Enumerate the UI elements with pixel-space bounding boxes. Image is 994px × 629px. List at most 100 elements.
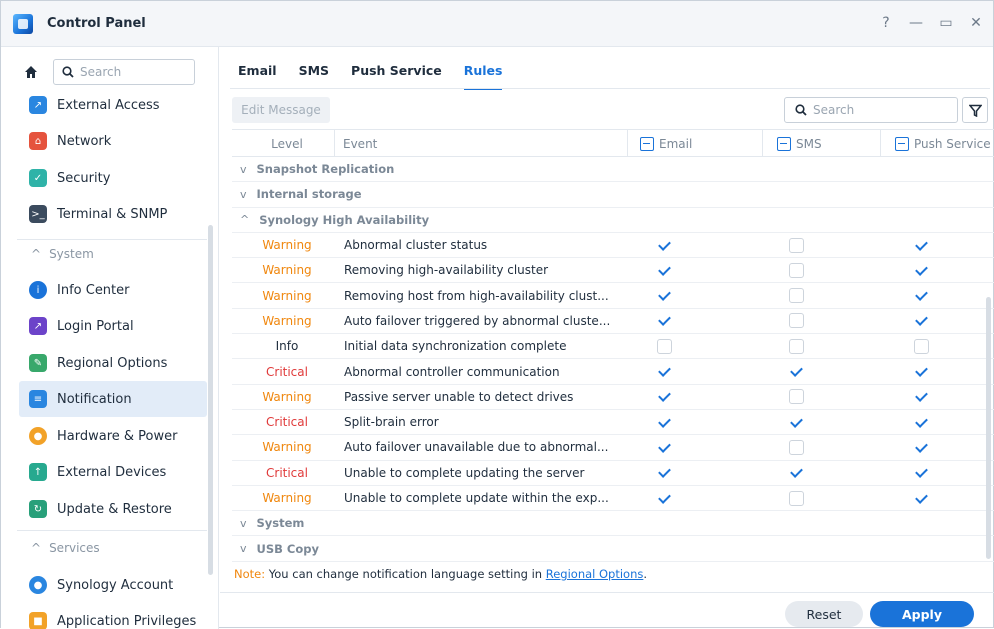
push-checkbox[interactable] — [914, 364, 929, 380]
push-checkbox[interactable] — [914, 338, 929, 354]
email-checkbox[interactable] — [657, 465, 672, 481]
select-all-push-checkbox[interactable] — [895, 136, 909, 151]
push-checkbox[interactable] — [914, 262, 929, 278]
email-checkbox[interactable] — [657, 439, 672, 455]
group-row[interactable]: v Snapshot Replication — [232, 157, 994, 183]
sidebar-item-label: Synology Account — [57, 577, 174, 593]
table-row[interactable]: Warning Passive server unable to detect d… — [232, 385, 994, 410]
home-button[interactable] — [17, 59, 45, 85]
email-checkbox[interactable] — [657, 414, 672, 430]
sidebar-item-terminal-snmp[interactable]: >_ Terminal & SNMP — [19, 196, 207, 232]
email-checkbox[interactable] — [657, 490, 672, 506]
header-event[interactable]: Event — [334, 130, 624, 157]
email-checkbox[interactable] — [657, 237, 672, 253]
header-level[interactable]: Level — [232, 130, 342, 157]
table-row[interactable]: Warning Removing high-availability cluste… — [232, 258, 994, 284]
email-checkbox[interactable] — [657, 262, 672, 278]
group-row[interactable]: v USB Copy — [232, 536, 994, 562]
header-push-service[interactable]: Push Service — [880, 130, 994, 157]
table-row[interactable]: Warning Auto failover unavailable due to … — [232, 435, 994, 461]
table-row[interactable]: Warning Removing host from high-availabil… — [232, 283, 994, 309]
chevron-down-icon: v — [240, 162, 247, 176]
tab-push-service[interactable]: Push Service — [351, 63, 442, 90]
sidebar-item-label: Login Portal — [57, 318, 134, 334]
header-email[interactable]: Email — [627, 130, 759, 157]
push-checkbox[interactable] — [914, 439, 929, 455]
sms-checkbox[interactable] — [789, 364, 804, 380]
sidebar-scrollbar[interactable] — [208, 225, 213, 575]
sidebar-item-regional-options[interactable]: ✎ Regional Options — [19, 345, 207, 381]
table-row[interactable]: Critical Unable to complete updating the … — [232, 461, 994, 486]
sidebar-item-security[interactable]: ✓ Security — [19, 160, 207, 196]
tab-sms[interactable]: SMS — [299, 63, 329, 90]
reset-button[interactable]: Reset — [785, 601, 863, 627]
table-row[interactable]: Warning Unable to complete update within … — [232, 486, 994, 512]
sidebar-search-input[interactable]: Search — [53, 59, 195, 85]
push-checkbox[interactable] — [914, 288, 929, 304]
sidebar-item-synology-account[interactable]: ● Synology Account — [19, 567, 207, 603]
sidebar-item-login-portal[interactable]: ↗ Login Portal — [19, 308, 207, 344]
close-icon[interactable]: ✕ — [969, 15, 983, 31]
sidebar-item-hardware-power[interactable]: ● Hardware & Power — [19, 418, 207, 454]
email-checkbox[interactable] — [657, 313, 672, 329]
help-icon[interactable]: ? — [879, 15, 893, 31]
sidebar-item-network[interactable]: ⌂ Network — [19, 123, 207, 159]
table-row[interactable]: Warning Abnormal cluster status — [232, 233, 994, 259]
push-checkbox[interactable] — [914, 465, 929, 481]
edit-message-button[interactable]: Edit Message — [232, 97, 330, 123]
filter-button[interactable] — [962, 97, 988, 123]
minimize-icon[interactable]: — — [909, 15, 923, 31]
sms-checkbox[interactable] — [789, 262, 804, 278]
sidebar-item-application-privileges[interactable]: ■ Application Privileges — [19, 603, 207, 629]
table-row[interactable]: Info Initial data synchronization complet… — [232, 334, 994, 360]
email-cell — [657, 233, 672, 257]
email-checkbox[interactable] — [657, 338, 672, 354]
sms-checkbox[interactable] — [789, 389, 804, 405]
push-checkbox[interactable] — [914, 313, 929, 329]
email-checkbox[interactable] — [657, 389, 672, 405]
sidebar-search-placeholder: Search — [80, 65, 122, 79]
group-row[interactable]: v Internal storage — [232, 182, 994, 208]
header-sms[interactable]: SMS — [762, 130, 887, 157]
push-checkbox[interactable] — [914, 237, 929, 253]
select-all-email-checkbox[interactable] — [640, 136, 654, 151]
sms-checkbox[interactable] — [789, 439, 804, 455]
sms-checkbox[interactable] — [789, 414, 804, 430]
apply-button[interactable]: Apply — [870, 601, 974, 627]
push-checkbox[interactable] — [914, 490, 929, 506]
table-search-input[interactable]: Search — [784, 97, 958, 123]
sms-checkbox[interactable] — [789, 490, 804, 506]
sms-checkbox[interactable] — [789, 313, 804, 329]
level-cell: Info — [275, 339, 299, 354]
rules-table: Level Event Email SMS Push Service v Snap… — [232, 129, 994, 562]
sms-checkbox[interactable] — [789, 338, 804, 354]
tab-email[interactable]: Email — [238, 63, 277, 90]
sidebar-item-notification[interactable]: ≡ Notification — [19, 381, 207, 417]
group-row[interactable]: v System — [232, 511, 994, 537]
table-row[interactable]: Warning Auto failover triggered by abnorm… — [232, 309, 994, 335]
tab-rules[interactable]: Rules — [463, 63, 503, 90]
account-icon: ● — [29, 576, 47, 594]
section-services[interactable]: ^ Services — [31, 541, 100, 555]
sms-cell — [789, 486, 804, 510]
email-checkbox[interactable] — [657, 364, 672, 380]
push-checkbox[interactable] — [914, 389, 929, 405]
section-system[interactable]: ^ System — [31, 247, 94, 261]
sidebar-item-info-center[interactable]: i Info Center — [19, 272, 207, 308]
table-row[interactable]: Critical Abnormal controller communicatio… — [232, 359, 994, 385]
group-row[interactable]: ^ Synology High Availability — [232, 208, 994, 233]
table-scrollbar[interactable] — [986, 297, 991, 559]
sidebar-item-update-restore[interactable]: ↻ Update & Restore — [19, 491, 207, 527]
maximize-icon[interactable]: ▭ — [939, 15, 953, 31]
regional-options-link[interactable]: Regional Options — [546, 567, 644, 581]
push-checkbox[interactable] — [914, 414, 929, 430]
table-row[interactable]: Critical Split-brain error — [232, 410, 994, 436]
sidebar-item-external-access[interactable]: ↗ External Access — [19, 87, 207, 123]
sms-checkbox[interactable] — [789, 237, 804, 253]
sms-checkbox[interactable] — [789, 288, 804, 304]
sms-checkbox[interactable] — [789, 465, 804, 481]
email-checkbox[interactable] — [657, 288, 672, 304]
sidebar-item-external-devices[interactable]: ↑ External Devices — [19, 454, 207, 490]
select-all-sms-checkbox[interactable] — [777, 136, 791, 151]
regional-options-icon: ✎ — [29, 354, 47, 372]
